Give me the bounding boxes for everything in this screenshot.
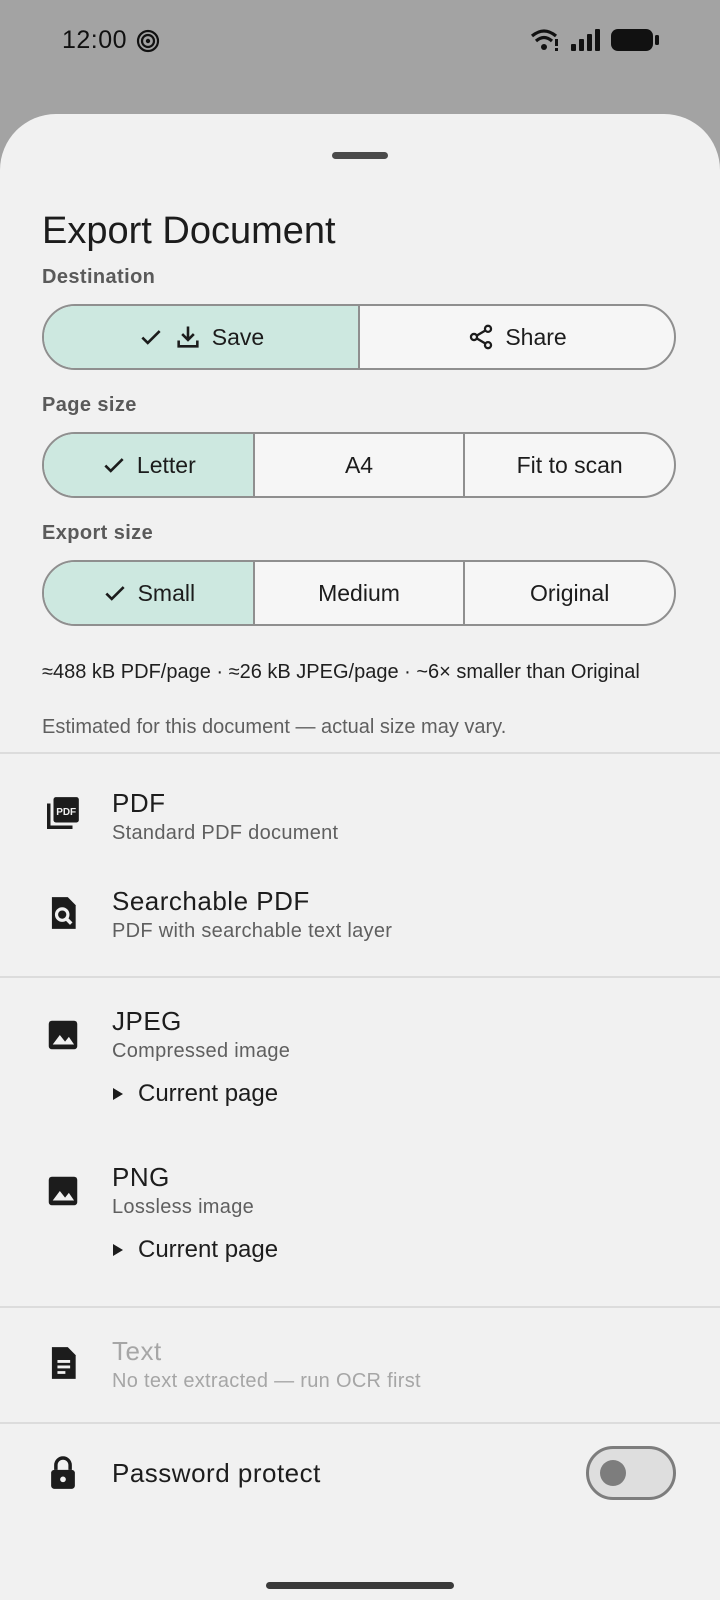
format-title: Text (112, 1336, 162, 1366)
destination-segmented-control: Save Share (42, 304, 676, 370)
size-estimate-note: Estimated for this document — actual siz… (42, 716, 507, 738)
drag-handle[interactable] (332, 152, 388, 159)
divider (0, 1306, 720, 1308)
spiral-notification-icon (136, 29, 160, 53)
image-icon (48, 1176, 78, 1206)
check-icon (104, 458, 124, 473)
share-icon (470, 324, 493, 350)
format-title: PDF (112, 788, 166, 818)
expand-triangle-icon (113, 1244, 123, 1256)
format-item-text: Text No text extracted — run OCR first (0, 1312, 720, 1408)
format-title: PNG (112, 1162, 170, 1192)
svg-text:PDF: PDF (56, 807, 76, 818)
destination-share-button[interactable]: Share (358, 306, 674, 368)
format-subtitle: Lossless image (112, 1196, 255, 1218)
jpeg-scope-label: Current page (138, 1080, 279, 1107)
status-time: 12:00 (62, 26, 128, 54)
png-scope-label: Current page (138, 1236, 279, 1263)
password-protect-switch[interactable] (586, 1446, 676, 1500)
page-size-segmented-control: Letter A4 Fit to scan (42, 432, 676, 498)
destination-share-label: Share (505, 323, 567, 350)
export-size-small-button[interactable]: Small (44, 562, 253, 624)
destination-save-button[interactable]: Save (44, 306, 358, 368)
export-size-medium-button[interactable]: Medium (252, 562, 464, 624)
divider (0, 1422, 720, 1424)
export-size-label: Export size (42, 522, 154, 544)
export-size-original-label: Original (530, 579, 610, 606)
jpeg-current-page-expander[interactable]: Current page (112, 1074, 278, 1114)
export-bottom-sheet: Export Document Destination Save Share P… (0, 114, 720, 1600)
expand-triangle-icon (113, 1088, 123, 1100)
divider (0, 752, 720, 754)
page-size-a4-button[interactable]: A4 (252, 434, 464, 496)
destination-save-label: Save (211, 323, 265, 350)
export-size-original-button[interactable]: Original (463, 562, 674, 624)
format-item-png[interactable]: PNG Lossless image (0, 1138, 720, 1234)
password-protect-label: Password protect (112, 1458, 321, 1488)
page-size-label: Page size (42, 394, 137, 416)
export-size-segmented-control: Small Medium Original (42, 560, 676, 626)
format-item-searchable-pdf[interactable]: Searchable PDF PDF with searchable text … (0, 866, 720, 962)
download-icon (177, 326, 199, 348)
format-subtitle: Standard PDF document (112, 822, 339, 844)
format-title: Searchable PDF (112, 886, 310, 916)
format-subtitle: No text extracted — run OCR first (112, 1370, 421, 1392)
page-size-letter-button[interactable]: Letter (44, 434, 253, 496)
image-icon (48, 1020, 78, 1050)
sheet-title: Export Document (42, 210, 336, 252)
png-current-page-expander[interactable]: Current page (112, 1230, 278, 1270)
format-subtitle: PDF with searchable text layer (112, 920, 393, 942)
page-size-a4-label: A4 (344, 451, 374, 478)
wifi-icon (530, 29, 558, 51)
format-item-jpeg[interactable]: JPEG Compressed image (0, 982, 720, 1078)
signal-icon (571, 29, 600, 51)
export-size-small-label: Small (137, 579, 196, 606)
switch-knob (600, 1460, 626, 1486)
format-title: JPEG (112, 1006, 182, 1036)
page-size-fit-to-scan-label: Fit to scan (516, 451, 623, 478)
page-size-fit-to-scan-button[interactable]: Fit to scan (463, 434, 674, 496)
export-size-medium-label: Medium (318, 579, 400, 606)
gesture-navigation-bar[interactable] (266, 1582, 454, 1589)
page-size-letter-label: Letter (136, 451, 196, 478)
format-item-pdf[interactable]: PDF PDF Standard PDF document (0, 766, 720, 862)
text-document-icon (51, 1347, 76, 1379)
destination-label: Destination (42, 266, 156, 288)
lock-icon (51, 1456, 75, 1489)
search-document-icon (51, 897, 76, 929)
size-estimate-text: ≈488 kB PDF/page · ≈26 kB JPEG/page · ~6… (42, 661, 640, 683)
status-bar: 12:00 (0, 0, 720, 84)
format-subtitle: Compressed image (112, 1040, 291, 1062)
battery-icon (611, 29, 659, 51)
divider (0, 976, 720, 978)
pdf-icon: PDF (47, 797, 79, 829)
check-icon (104, 586, 125, 601)
check-icon (141, 330, 161, 345)
